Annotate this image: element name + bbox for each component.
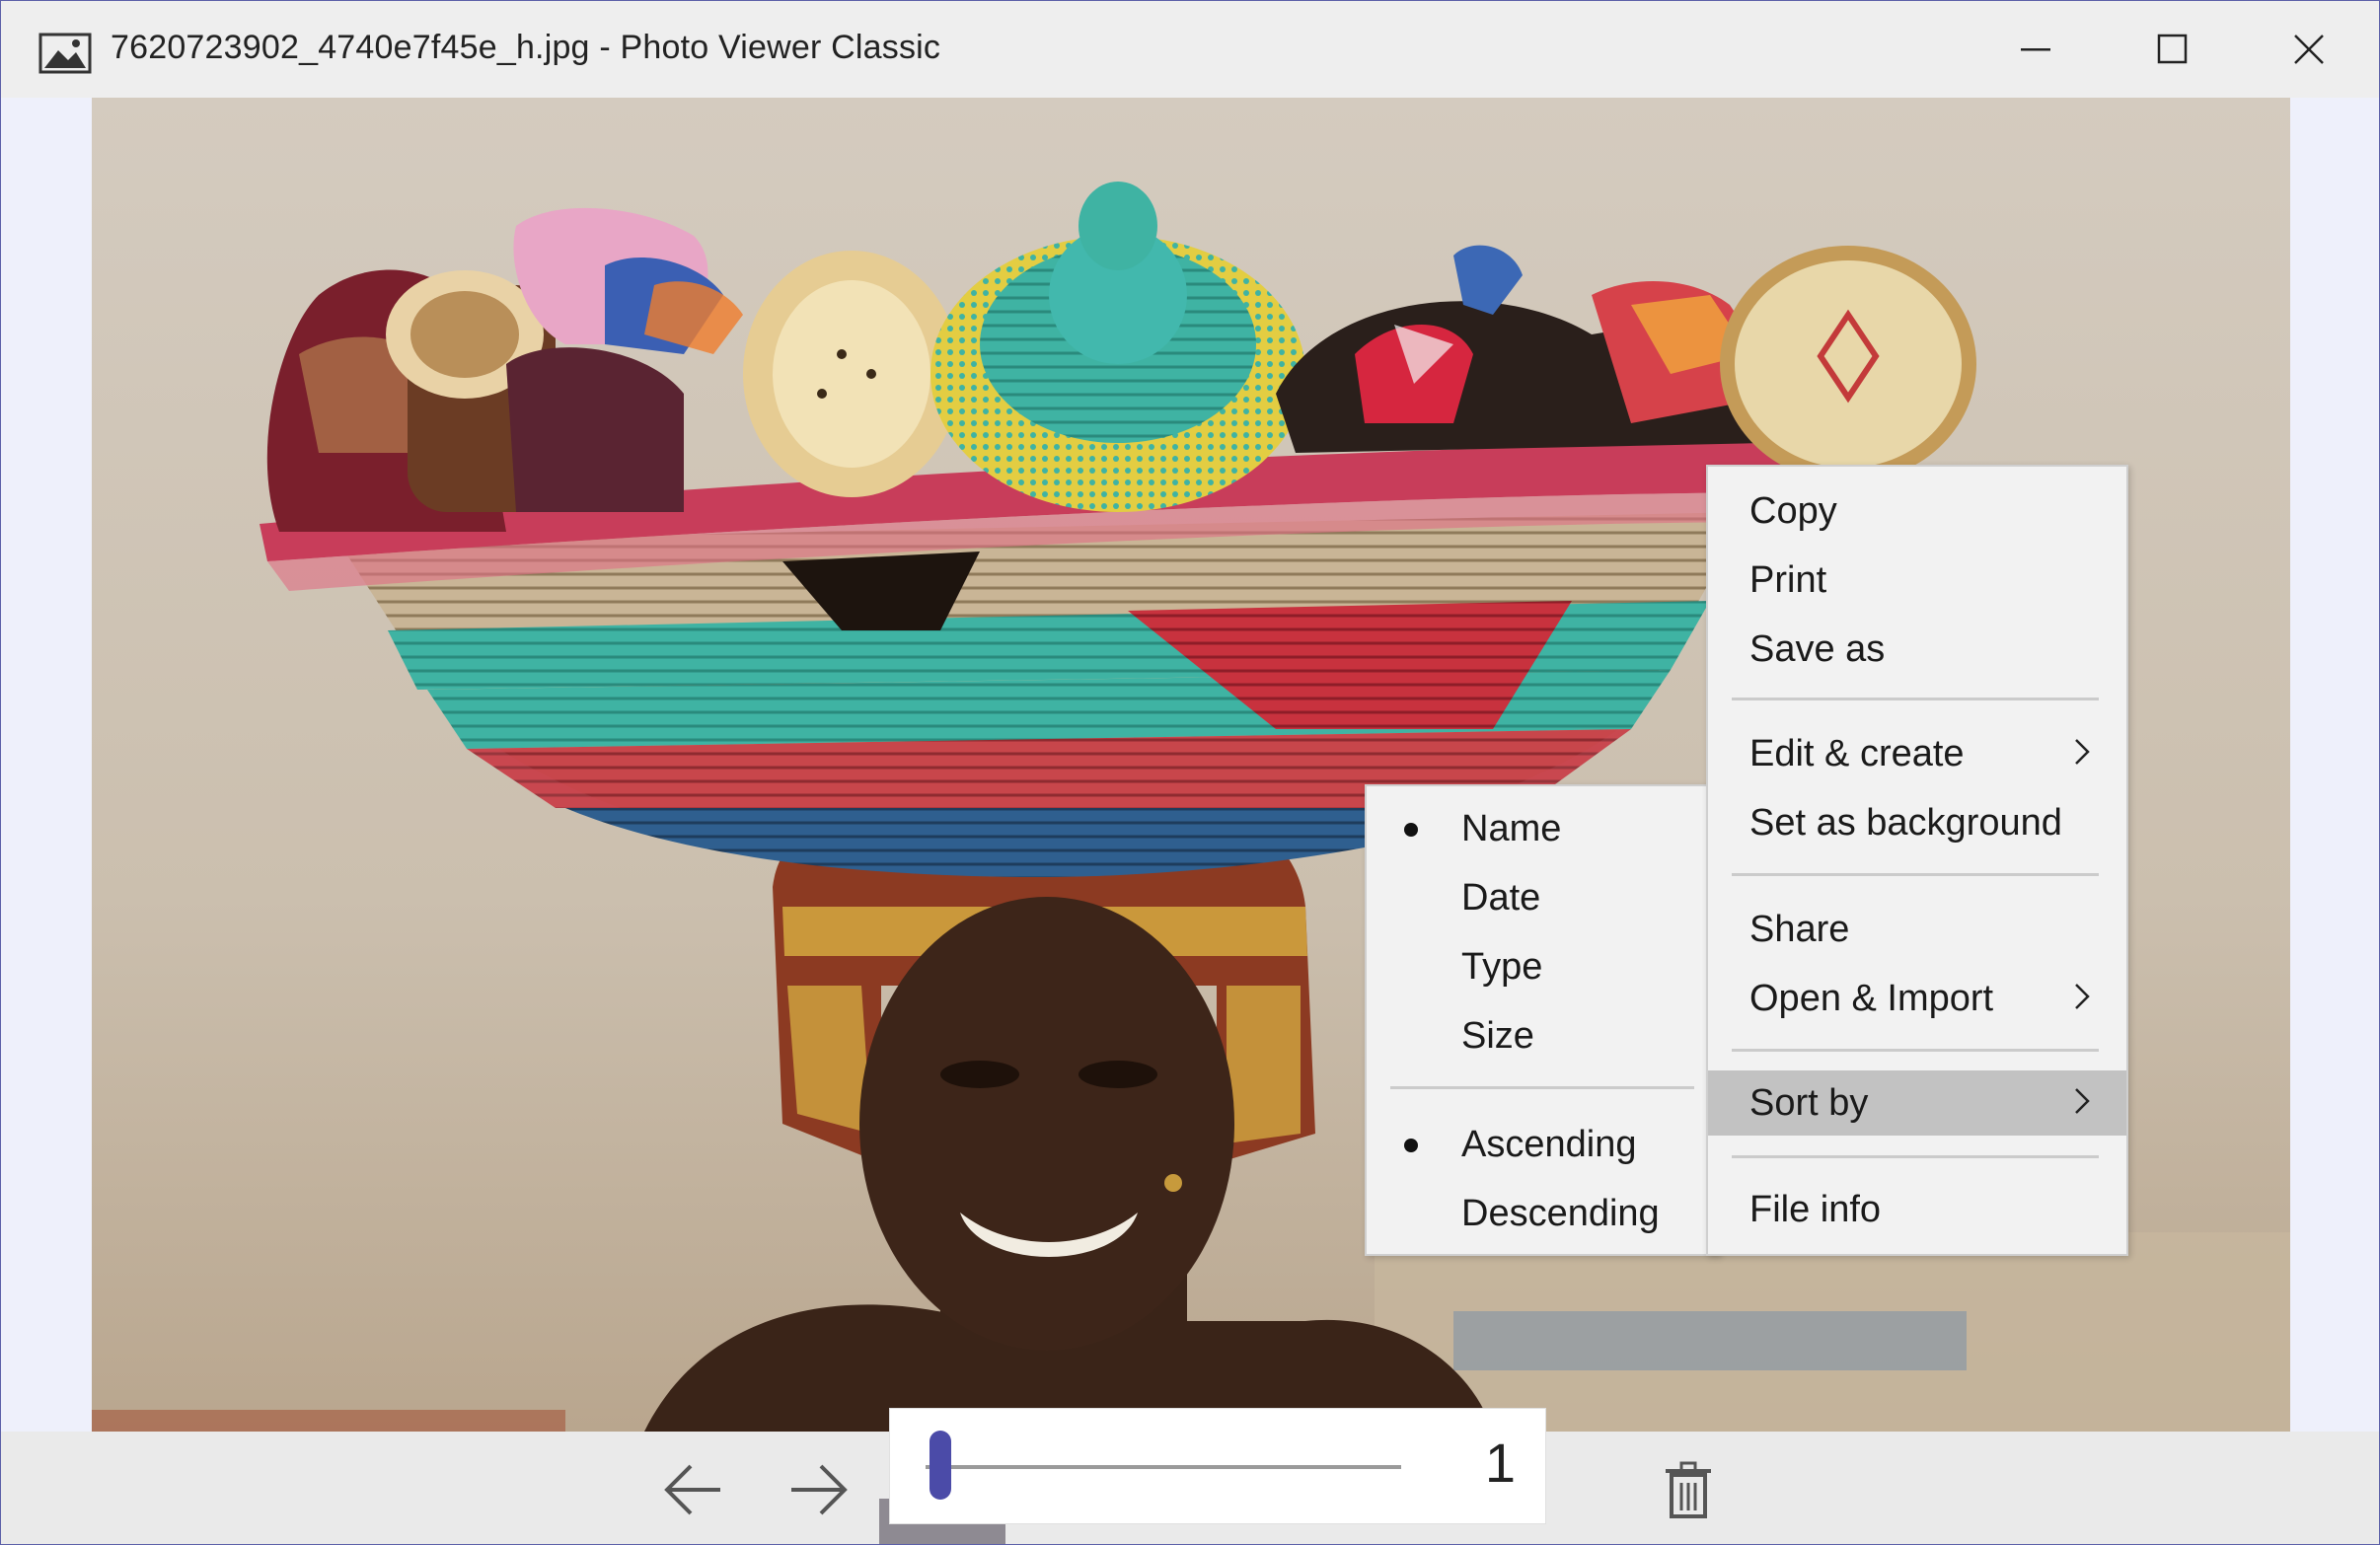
menu-item-label: Size — [1461, 1014, 1534, 1057]
zoom-control: 1 — [889, 1408, 1546, 1524]
sort-date-item[interactable]: Date — [1367, 865, 1718, 930]
menu-item-copy[interactable]: Copy — [1708, 478, 2126, 544]
maximize-button[interactable] — [2105, 1, 2241, 98]
delete-button[interactable] — [1659, 1455, 1718, 1526]
window-title: 7620723902_4740e7f45e_h.jpg - Photo View… — [111, 29, 941, 66]
menu-item-label: Print — [1749, 558, 1827, 601]
zoom-slider-track[interactable] — [926, 1465, 1401, 1469]
menu-item-label: Ascending — [1461, 1123, 1637, 1165]
menu-separator — [1390, 1086, 1694, 1089]
menu-item-label: Set as background — [1749, 801, 2062, 844]
minimize-icon — [2021, 48, 2050, 51]
menu-item-label: Type — [1461, 945, 1543, 988]
menu-item-edit-create[interactable]: Edit & create — [1708, 721, 2126, 786]
chevron-right-icon — [2075, 1088, 2090, 1114]
title-bar[interactable]: 7620723902_4740e7f45e_h.jpg - Photo View… — [1, 1, 2379, 98]
menu-item-label: Name — [1461, 807, 1562, 849]
menu-item-print[interactable]: Print — [1708, 548, 2126, 613]
menu-item-file-info[interactable]: File info — [1708, 1177, 2126, 1242]
sort-descending-item[interactable]: Descending — [1367, 1181, 1718, 1246]
sort-type-item[interactable]: Type — [1367, 934, 1718, 999]
selected-dot-icon — [1404, 1139, 1418, 1152]
menu-item-label: Edit & create — [1749, 732, 1965, 774]
sort-by-submenu: Name Date Type Size Ascending Descending — [1365, 784, 1720, 1256]
sort-ascending-item[interactable]: Ascending — [1367, 1112, 1718, 1177]
menu-item-sort-by[interactable]: Sort by — [1708, 1070, 2126, 1136]
sort-name-item[interactable]: Name — [1367, 796, 1718, 861]
arrow-right-icon — [791, 1464, 848, 1515]
close-icon — [2294, 35, 2324, 64]
menu-item-label: Descending — [1461, 1192, 1660, 1234]
zoom-slider-handle[interactable] — [930, 1431, 951, 1500]
maximize-icon — [2157, 34, 2188, 64]
minimize-button[interactable] — [1969, 1, 2105, 98]
arrow-left-icon — [664, 1464, 720, 1515]
menu-item-open-import[interactable]: Open & Import — [1708, 966, 2126, 1031]
menu-separator — [1732, 698, 2099, 700]
menu-item-set-as-background[interactable]: Set as background — [1708, 790, 2126, 855]
context-menu: Copy Print Save as Edit & create Set as … — [1706, 465, 2128, 1256]
next-button[interactable] — [779, 1453, 857, 1526]
app-window: 7620723902_4740e7f45e_h.jpg - Photo View… — [0, 0, 2380, 1545]
menu-item-label: Open & Import — [1749, 977, 1994, 1019]
menu-item-label: File info — [1749, 1188, 1882, 1230]
close-button[interactable] — [2241, 1, 2377, 98]
previous-button[interactable] — [654, 1453, 733, 1526]
chevron-right-icon — [2075, 984, 2090, 1009]
menu-separator — [1732, 873, 2099, 876]
menu-separator — [1732, 1155, 2099, 1158]
trash-icon — [1666, 1461, 1711, 1518]
sort-size-item[interactable]: Size — [1367, 1003, 1718, 1068]
zoom-value: 1 — [1484, 1432, 1516, 1494]
menu-item-label: Sort by — [1749, 1081, 1869, 1124]
menu-item-label: Save as — [1749, 627, 1886, 670]
menu-item-share[interactable]: Share — [1708, 897, 2126, 962]
menu-item-label: Copy — [1749, 489, 1837, 532]
menu-item-label: Date — [1461, 876, 1541, 919]
selected-dot-icon — [1404, 823, 1418, 837]
menu-item-label: Share — [1749, 908, 1850, 950]
menu-separator — [1732, 1049, 2099, 1052]
image-icon — [38, 33, 92, 74]
menu-item-save-as[interactable]: Save as — [1708, 617, 2126, 682]
chevron-right-icon — [2075, 739, 2090, 765]
